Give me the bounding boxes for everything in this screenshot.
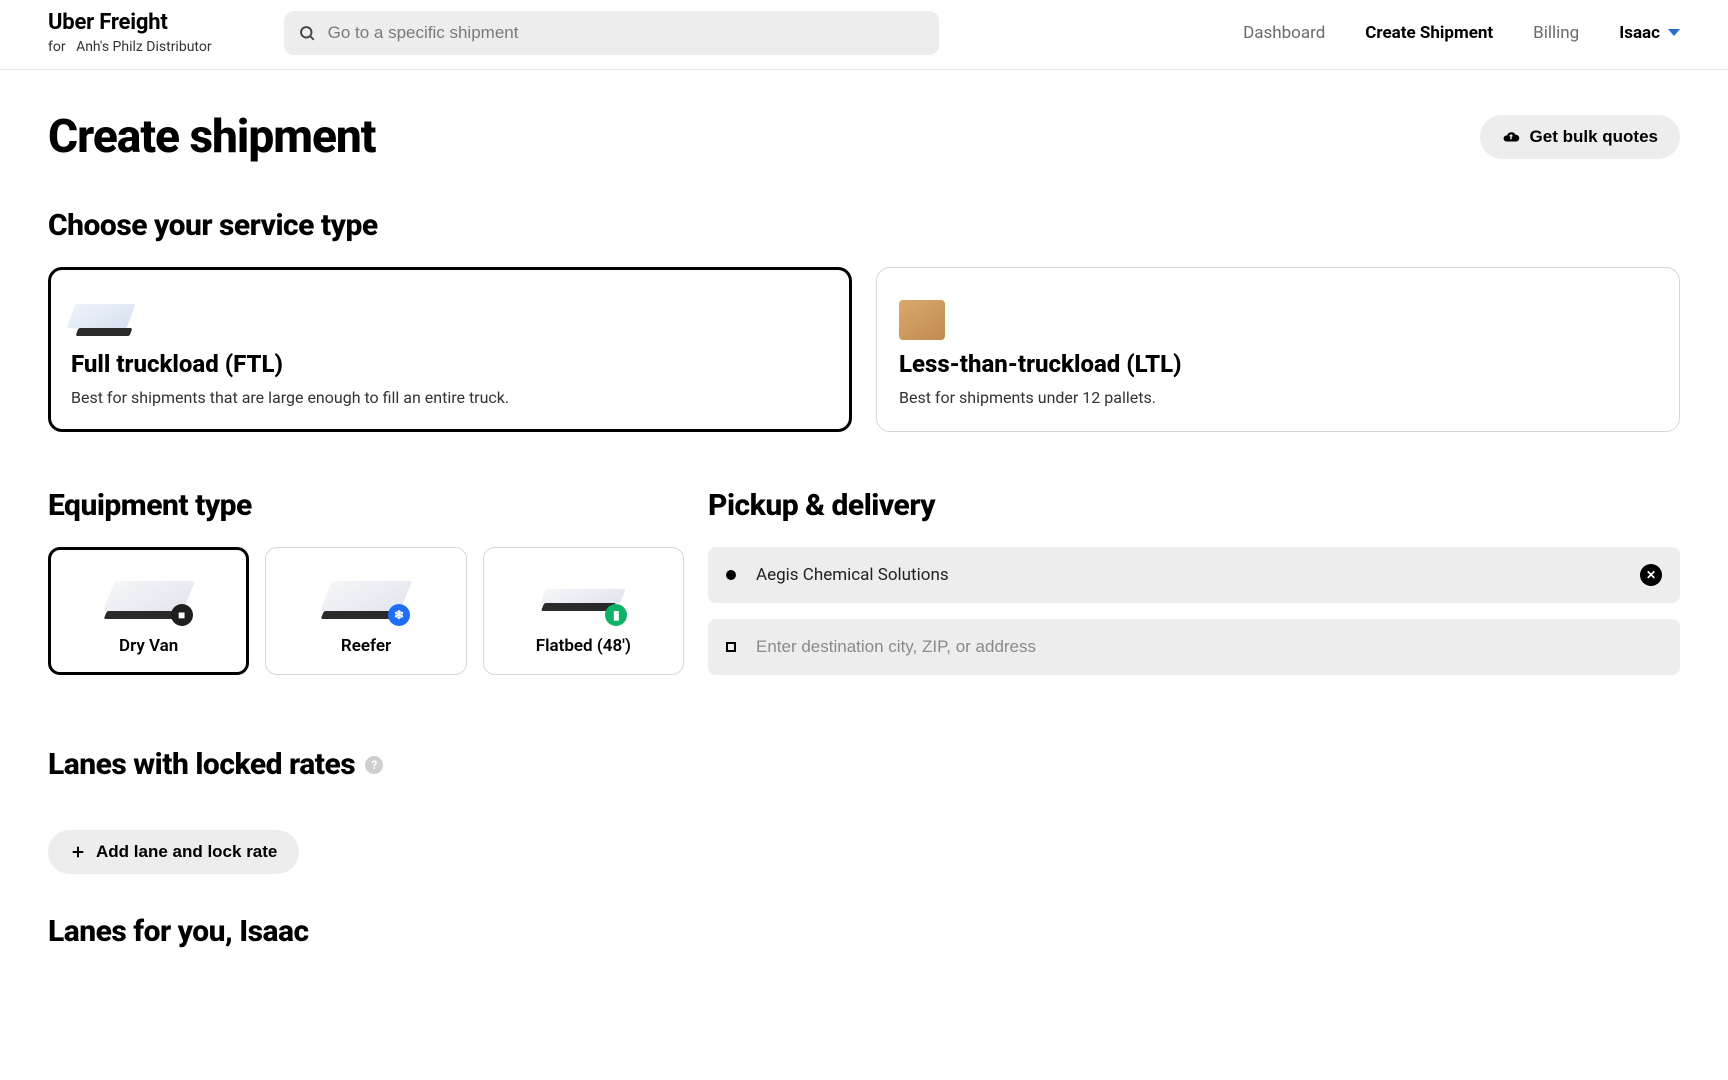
- service-heading: Choose your service type: [48, 208, 1680, 243]
- help-icon[interactable]: ?: [365, 756, 383, 774]
- dry-van-icon: ■: [109, 568, 189, 624]
- get-bulk-quotes-button[interactable]: Get bulk quotes: [1480, 115, 1680, 159]
- service-card-ftl[interactable]: Full truckload (FTL) Best for shipments …: [48, 267, 852, 432]
- reefer-icon: ❄: [326, 568, 406, 624]
- plus-icon: [70, 844, 86, 860]
- for-prefix: for: [48, 39, 66, 55]
- service-card-ltl[interactable]: Less-than-truckload (LTL) Best for shipm…: [876, 267, 1680, 432]
- page-title: Create shipment: [48, 110, 375, 164]
- pickup-column: Pickup & delivery Aegis Chemical Solutio…: [708, 488, 1680, 691]
- ftl-desc: Best for shipments that are large enough…: [71, 388, 829, 407]
- two-col: Equipment type ■ Dry Van ❄ Reefer: [48, 488, 1680, 691]
- ltl-desc: Best for shipments under 12 pallets.: [899, 388, 1657, 407]
- ltl-title: Less-than-truckload (LTL): [899, 350, 1657, 378]
- nav-create-shipment[interactable]: Create Shipment: [1365, 23, 1493, 43]
- lanes-heading-row: Lanes with locked rates ?: [48, 747, 1680, 782]
- lanes-heading: Lanes with locked rates: [48, 747, 355, 782]
- pickup-origin-row[interactable]: Aegis Chemical Solutions ✕: [708, 547, 1680, 603]
- clear-origin-button[interactable]: ✕: [1640, 564, 1662, 586]
- user-name: Isaac: [1619, 23, 1660, 43]
- pickup-heading: Pickup & delivery: [708, 488, 1680, 523]
- lanes-for-you-heading: Lanes for you, Isaac: [48, 914, 1680, 949]
- add-lane-label: Add lane and lock rate: [96, 842, 277, 862]
- service-row: Full truckload (FTL) Best for shipments …: [48, 267, 1680, 432]
- equipment-reefer[interactable]: ❄ Reefer: [265, 547, 466, 675]
- destination-square-icon: [726, 642, 736, 652]
- reefer-badge-icon: ❄: [388, 604, 410, 626]
- top-nav: Dashboard Create Shipment Billing Isaac: [1243, 23, 1680, 43]
- destination-input[interactable]: [756, 637, 1662, 657]
- truck-icon: [71, 290, 829, 340]
- box-icon: [899, 290, 1657, 340]
- search-wrap: [284, 11, 939, 55]
- header: Uber Freight for Anh's Philz Distributor…: [0, 0, 1728, 70]
- flatbed-badge-icon: ▮: [605, 604, 627, 626]
- brand: Uber Freight: [48, 10, 212, 35]
- brand-block: Uber Freight for Anh's Philz Distributor: [48, 10, 212, 55]
- search-icon: [298, 24, 316, 42]
- search-input[interactable]: [284, 11, 939, 55]
- upload-cloud-icon: [1502, 128, 1520, 146]
- org-name: Anh's Philz Distributor: [76, 39, 212, 55]
- lanes-section: Lanes with locked rates ? Add lane and l…: [48, 747, 1680, 949]
- page: Create shipment Get bulk quotes Choose y…: [0, 70, 1728, 949]
- nav-dashboard[interactable]: Dashboard: [1243, 23, 1325, 43]
- brand-subtitle: for Anh's Philz Distributor: [48, 39, 212, 55]
- equipment-row: ■ Dry Van ❄ Reefer ▮ Flatbed: [48, 547, 684, 675]
- origin-dot-icon: [726, 570, 736, 580]
- title-row: Create shipment Get bulk quotes: [48, 110, 1680, 164]
- ftl-title: Full truckload (FTL): [71, 350, 829, 378]
- close-icon: ✕: [1646, 568, 1656, 582]
- flatbed-label: Flatbed (48'): [536, 636, 631, 656]
- dry-van-badge-icon: ■: [171, 604, 193, 626]
- nav-billing[interactable]: Billing: [1533, 23, 1579, 43]
- equipment-dry-van[interactable]: ■ Dry Van: [48, 547, 249, 675]
- chevron-down-icon: [1668, 29, 1680, 36]
- equipment-column: Equipment type ■ Dry Van ❄ Reefer: [48, 488, 684, 691]
- dry-van-label: Dry Van: [119, 636, 178, 656]
- flatbed-icon: ▮: [543, 568, 623, 624]
- reefer-label: Reefer: [341, 636, 391, 656]
- bulk-button-label: Get bulk quotes: [1530, 127, 1658, 147]
- origin-value: Aegis Chemical Solutions: [756, 565, 1640, 585]
- user-menu[interactable]: Isaac: [1619, 23, 1680, 43]
- add-lane-button[interactable]: Add lane and lock rate: [48, 830, 299, 874]
- equipment-flatbed[interactable]: ▮ Flatbed (48'): [483, 547, 684, 675]
- pickup-destination-row[interactable]: [708, 619, 1680, 675]
- equipment-heading: Equipment type: [48, 488, 684, 523]
